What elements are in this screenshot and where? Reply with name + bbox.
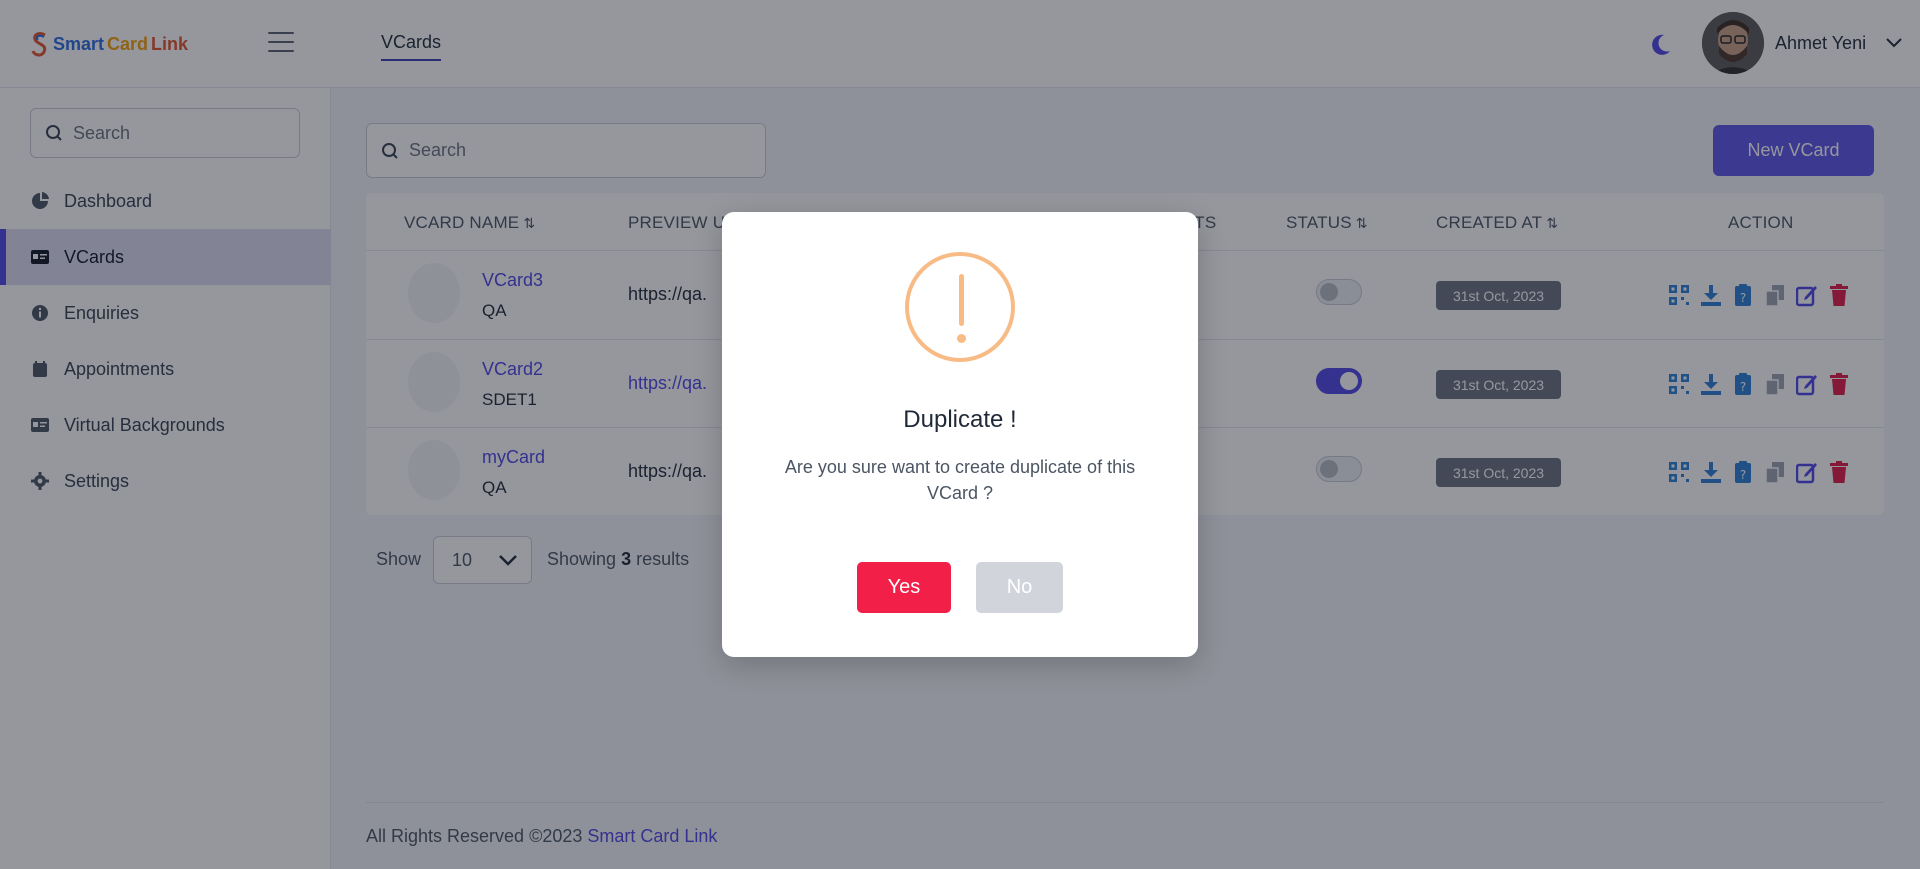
- warning-exclamation-icon: [905, 252, 1015, 362]
- exclamation-dot: [957, 334, 966, 343]
- confirm-yes-button[interactable]: Yes: [857, 562, 951, 613]
- duplicate-confirm-dialog: Duplicate ! Are you sure want to create …: [722, 212, 1198, 657]
- dialog-title: Duplicate !: [903, 406, 1017, 433]
- confirm-no-button[interactable]: No: [976, 562, 1063, 613]
- dialog-message: Are you sure want to create duplicate of…: [784, 457, 1136, 503]
- exclamation-bar: [959, 274, 964, 326]
